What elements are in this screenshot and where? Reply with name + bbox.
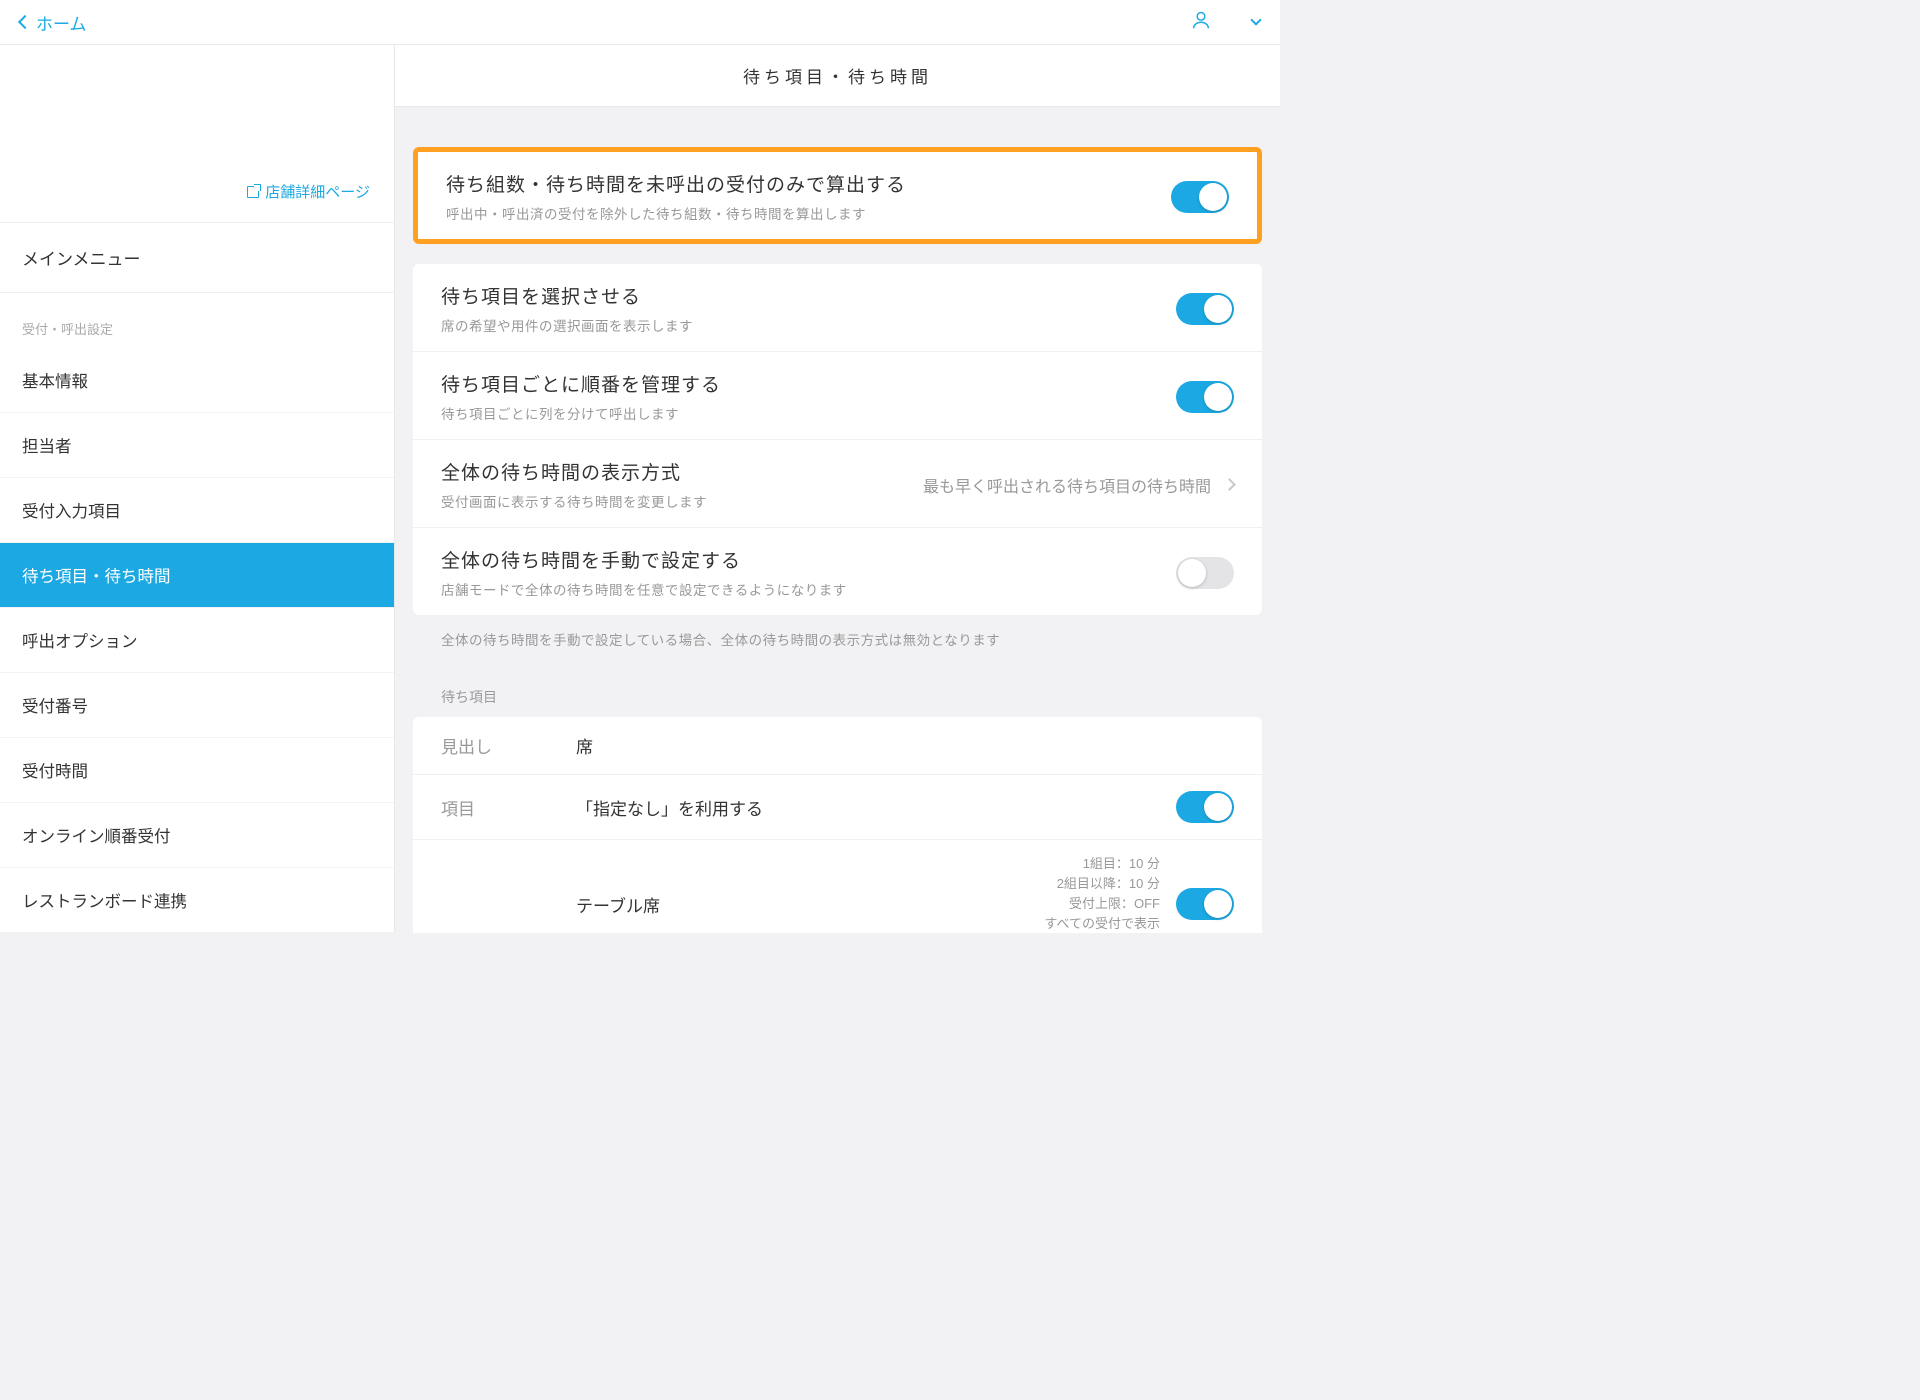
seat-meta-line: すべての受付で表示	[1004, 914, 1160, 933]
app-header: ホーム	[0, 0, 1280, 45]
setting-toggle[interactable]	[1176, 557, 1234, 589]
use-unspecified-row: 項目 「指定なし」を利用する	[413, 775, 1262, 840]
sidebar-item[interactable]: 担当者	[0, 413, 394, 478]
use-unspecified-toggle[interactable]	[1176, 791, 1234, 823]
sidebar-section-label: 受付・呼出設定	[0, 293, 394, 348]
back-label: ホーム	[36, 10, 87, 35]
settings-note: 全体の待ち時間を手動で設定している場合、全体の待ち時間の表示方式は無効となります	[395, 615, 1280, 649]
external-link-icon	[247, 186, 259, 198]
setting-subtitle: 待ち項目ごとに列を分けて呼出します	[441, 403, 1176, 423]
wait-items-card: 見出し 席 項目 「指定なし」を利用する テーブル席 1組目：10 分2組目以降…	[413, 717, 1262, 933]
main-panel: 待ち項目・待ち時間 待ち組数・待ち時間を未呼出の受付のみで算出する 呼出中・呼出…	[395, 45, 1280, 933]
setting-row: 待ち項目ごとに順番を管理する待ち項目ごとに列を分けて呼出します	[413, 352, 1262, 440]
seat-meta: 1組目：10 分2組目以降：10 分受付上限：OFFすべての受付で表示受付可能に…	[1004, 854, 1160, 933]
setting-title: 待ち項目ごとに順番を管理する	[441, 370, 1176, 397]
highlighted-setting-card: 待ち組数・待ち時間を未呼出の受付のみで算出する 呼出中・呼出済の受付を除外した待…	[413, 147, 1262, 244]
chevron-left-icon	[18, 15, 32, 29]
heading-label: 見出し	[441, 733, 576, 758]
user-icon[interactable]	[1190, 9, 1212, 36]
seat-meta-line: 1組目：10 分	[1004, 854, 1160, 874]
sidebar-item[interactable]: 基本情報	[0, 348, 394, 413]
seat-row[interactable]: テーブル席 1組目：10 分2組目以降：10 分受付上限：OFFすべての受付で表…	[413, 840, 1262, 933]
sidebar: 店舗詳細ページ メインメニュー 受付・呼出設定 基本情報担当者受付入力項目待ち項…	[0, 45, 395, 933]
seat-meta-line: 2組目以降：10 分	[1004, 874, 1160, 894]
setting-title: 全体の待ち時間を手動で設定する	[441, 546, 1176, 573]
sidebar-item[interactable]: 受付入力項目	[0, 478, 394, 543]
setting-title: 待ち組数・待ち時間を未呼出の受付のみで算出する	[446, 170, 1171, 197]
setting-title: 全体の待ち時間の表示方式	[441, 458, 923, 485]
setting-value: 最も早く呼出される待ち項目の待ち時間	[923, 473, 1211, 497]
store-detail-link[interactable]: 店舗詳細ページ	[247, 181, 370, 202]
setting-subtitle: 店舗モードで全体の待ち時間を任意で設定できるようになります	[441, 579, 1176, 599]
seat-name: テーブル席	[441, 892, 1004, 917]
setting-subtitle: 呼出中・呼出済の受付を除外した待ち組数・待ち時間を算出します	[446, 203, 1171, 223]
sidebar-item[interactable]: 受付番号	[0, 673, 394, 738]
setting-subtitle: 受付画面に表示する待ち時間を変更します	[441, 491, 923, 511]
store-detail-label: 店舗詳細ページ	[265, 181, 370, 202]
item-label: 項目	[441, 795, 576, 820]
sidebar-nav: 基本情報担当者受付入力項目待ち項目・待ち時間呼出オプション受付番号受付時間オンラ…	[0, 348, 394, 933]
page-title: 待ち項目・待ち時間	[395, 45, 1280, 107]
setting-row[interactable]: 全体の待ち時間の表示方式受付画面に表示する待ち時間を変更します最も早く呼出される…	[413, 440, 1262, 528]
heading-value: 席	[576, 733, 1234, 758]
heading-row[interactable]: 見出し 席	[413, 717, 1262, 775]
settings-card: 待ち項目を選択させる席の希望や用件の選択画面を表示します待ち項目ごとに順番を管理…	[413, 264, 1262, 615]
seat-meta-line: 受付上限：OFF	[1004, 894, 1160, 914]
setting-subtitle: 席の希望や用件の選択画面を表示します	[441, 315, 1176, 335]
main-menu-label[interactable]: メインメニュー	[0, 222, 394, 293]
sidebar-item[interactable]: 待ち項目・待ち時間	[0, 543, 394, 608]
setting-toggle[interactable]	[1176, 293, 1234, 325]
seat-toggle[interactable]	[1176, 888, 1234, 920]
sidebar-item[interactable]: レストランボード連携	[0, 868, 394, 933]
wait-items-section-label: 待ち項目	[395, 649, 1280, 717]
use-unspecified-label: 「指定なし」を利用する	[576, 795, 1176, 820]
setting-row: 待ち項目を選択させる席の希望や用件の選択画面を表示します	[413, 264, 1262, 352]
setting-toggle[interactable]	[1176, 381, 1234, 413]
back-button[interactable]: ホーム	[20, 10, 87, 35]
sidebar-item[interactable]: オンライン順番受付	[0, 803, 394, 868]
chevron-down-icon[interactable]	[1250, 14, 1261, 25]
calc-uninvited-only-toggle[interactable]	[1171, 181, 1229, 213]
sidebar-item[interactable]: 受付時間	[0, 738, 394, 803]
chevron-right-icon	[1223, 478, 1236, 491]
setting-row: 全体の待ち時間を手動で設定する店舗モードで全体の待ち時間を任意で設定できるように…	[413, 528, 1262, 615]
sidebar-item[interactable]: 呼出オプション	[0, 608, 394, 673]
setting-title: 待ち項目を選択させる	[441, 282, 1176, 309]
